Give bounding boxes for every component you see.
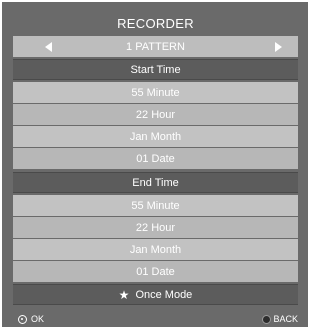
- end-time-header: End Time: [13, 172, 298, 193]
- recorder-panel: RECORDER 1 PATTERN Start Time 55 Minute …: [2, 2, 308, 327]
- star-icon: ★: [118, 287, 130, 302]
- end-month-item[interactable]: Jan Month: [13, 239, 298, 260]
- end-hour-item[interactable]: 22 Hour: [13, 217, 298, 238]
- start-hour-item[interactable]: 22 Hour: [13, 104, 298, 125]
- start-month-item[interactable]: Jan Month: [13, 126, 298, 147]
- mode-item[interactable]: ★ Once Mode: [13, 284, 298, 305]
- back-hint[interactable]: BACK: [262, 314, 298, 324]
- end-date-item[interactable]: 01 Date: [13, 261, 298, 282]
- end-minute-item[interactable]: 55 Minute: [13, 195, 298, 216]
- pattern-label: 1 PATTERN: [126, 40, 185, 53]
- pattern-selector[interactable]: 1 PATTERN: [13, 36, 298, 57]
- chevron-right-icon[interactable]: [275, 42, 282, 52]
- ok-hint[interactable]: OK: [18, 314, 44, 324]
- start-minute-item[interactable]: 55 Minute: [13, 82, 298, 103]
- back-dot-icon: [262, 314, 272, 324]
- ok-label: OK: [31, 314, 45, 324]
- ok-circle-icon: [18, 314, 27, 324]
- start-time-header: Start Time: [13, 59, 298, 80]
- mode-label: Once Mode: [135, 288, 193, 301]
- back-label: BACK: [273, 314, 298, 324]
- footer-bar: OK BACK: [2, 312, 308, 327]
- chevron-left-icon[interactable]: [45, 42, 52, 52]
- start-date-item[interactable]: 01 Date: [13, 148, 298, 169]
- recorder-title: RECORDER: [13, 11, 298, 35]
